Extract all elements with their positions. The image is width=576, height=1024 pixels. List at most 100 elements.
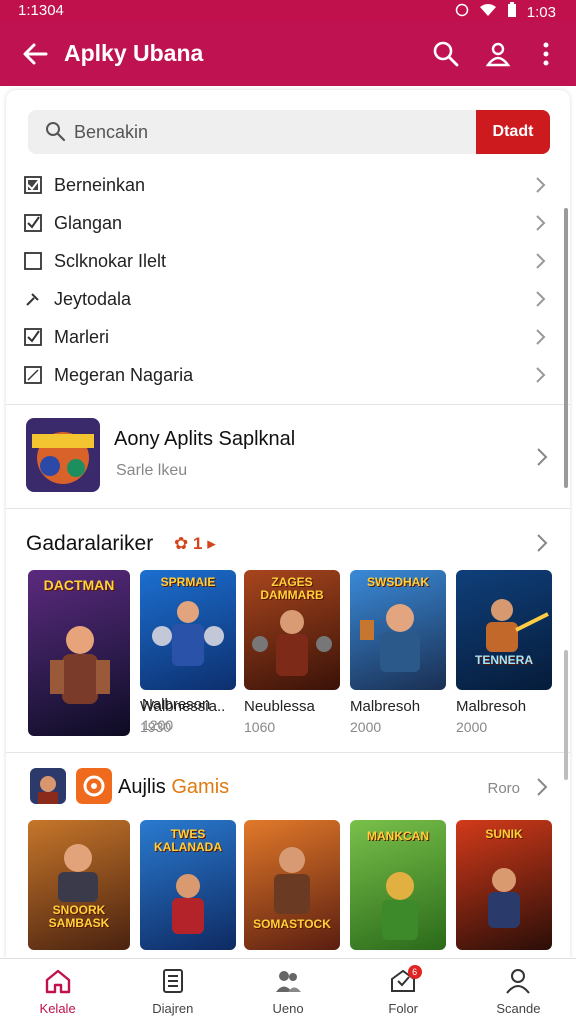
nav-item-document[interactable]: Diajren — [115, 959, 230, 1024]
section-app-icon — [30, 768, 66, 804]
nav-label: Folor — [388, 1001, 419, 1016]
more-link[interactable]: Roro — [487, 780, 520, 797]
filter-item[interactable]: Marleri — [6, 318, 570, 356]
game-tile[interactable]: TENNERA Malbresoh 2000 — [456, 570, 552, 735]
filter-label: Jeytodala — [54, 288, 132, 309]
nav-label: Scande — [496, 1001, 541, 1016]
checkbox-checked-icon[interactable] — [24, 328, 42, 346]
game-subtitle: 2000 — [350, 719, 382, 735]
filter-item[interactable]: Sclknokar Ilelt — [6, 242, 570, 280]
group-icon — [276, 971, 301, 992]
wifi-icon — [479, 3, 497, 21]
play-icon: ▸ — [207, 534, 216, 553]
section-app-icon — [76, 768, 112, 804]
section-title-part1: Aujlis — [118, 776, 166, 798]
game-tile[interactable]: SWSDHAK Malbresoh 2000 — [350, 570, 446, 735]
app-bar: Aplky Ubana — [0, 22, 576, 86]
chevron-right-icon — [536, 329, 546, 345]
profile-icon — [506, 969, 531, 994]
divider — [6, 508, 570, 509]
back-arrow-icon[interactable] — [20, 38, 52, 70]
more-vert-icon[interactable] — [530, 38, 562, 70]
nav-item-group[interactable]: Ueno — [230, 959, 345, 1024]
section-badge: ✿ 1 ▸ — [174, 534, 216, 554]
game-subtitle: 1060 — [244, 719, 276, 735]
bottom-nav: Kelale Diajren Ueno 6 Folor Scande — [0, 958, 576, 1024]
nav-item-home[interactable]: Kelale — [0, 959, 115, 1024]
game-name: Malbresoh — [456, 698, 527, 715]
filter-label: Megeran Nagaria — [54, 364, 194, 385]
section-badge-count: 1 — [192, 534, 203, 553]
game-cover: SUNIK — [456, 820, 552, 950]
checkbox-unchecked-icon[interactable] — [24, 252, 42, 270]
status-right-text: 1:03 — [526, 3, 556, 21]
game-cover: DACTMAN — [28, 570, 130, 736]
pin-icon[interactable] — [24, 290, 42, 308]
game-tile[interactable]: SOMASTOCK — [244, 820, 340, 950]
checkbox-checked-icon[interactable] — [24, 214, 42, 232]
status-icons: 1:03 — [455, 2, 556, 22]
chevron-right-icon — [536, 367, 546, 383]
game-tile[interactable]: SNOORK SAMBASK — [28, 820, 130, 950]
battery-icon — [507, 2, 517, 22]
chevron-right-icon[interactable] — [530, 532, 552, 554]
search-button[interactable]: Dtadt — [476, 110, 550, 154]
game-cover: MANKCAN — [350, 820, 446, 950]
filter-item[interactable]: Jeytodala — [6, 280, 570, 318]
game-name: Neublessa — [244, 698, 315, 715]
search-icon[interactable] — [430, 38, 462, 70]
game-cover: TENNERA — [456, 570, 552, 690]
search-bar: Dtadt — [28, 110, 550, 154]
nav-label: Diajren — [152, 1001, 194, 1016]
featured-app-thumbnail — [26, 418, 100, 492]
game-tile[interactable]: SUNIK — [456, 820, 552, 950]
nav-item-inbox[interactable]: 6 Folor — [346, 959, 461, 1024]
checkbox-partial-icon[interactable] — [24, 366, 42, 384]
chevron-right-icon[interactable] — [530, 776, 552, 798]
nav-item-profile[interactable]: Scande — [461, 959, 576, 1024]
filter-item[interactable]: Megeran Nagaria — [6, 356, 570, 394]
divider — [6, 404, 570, 405]
page-title: Aplky Ubana — [64, 40, 204, 66]
game-cover: SPRMAIE — [140, 570, 236, 690]
search-input[interactable] — [74, 118, 464, 146]
games-section-1: Gadaralariker ✿ 1 ▸ DACTMAN Nalbreson SP… — [6, 510, 570, 750]
filter-item[interactable]: Berneinkan — [6, 166, 570, 204]
game-tile[interactable]: MANKCAN — [350, 820, 446, 950]
filter-label: Glangan — [54, 212, 123, 233]
chevron-right-icon — [537, 448, 548, 466]
checkbox-checked-icon[interactable] — [24, 176, 42, 194]
notification-badge: 6 — [407, 965, 422, 979]
filter-label: Marleri — [54, 326, 110, 347]
status-bar: 1:1304 1:03 — [0, 0, 576, 22]
nav-label: Kelale — [39, 1001, 76, 1016]
nav-label: Ueno — [272, 1001, 304, 1016]
game-name: Malbresoh — [350, 698, 421, 715]
section-title: Gadaralariker — [26, 532, 154, 555]
flame-icon: ✿ — [174, 534, 189, 553]
document-icon — [162, 969, 183, 993]
scrollbar-secondary[interactable] — [564, 650, 568, 780]
section-title-part2: Gamis — [171, 776, 230, 798]
divider — [6, 752, 570, 753]
game-cover: ZAGES DAMMARB — [244, 570, 340, 690]
featured-app-row[interactable]: Aony Aplits Saplknal Sarle lkeu — [6, 406, 570, 506]
main-card: Dtadt Berneinkan Glangan Sclknokar Ilelt… — [6, 90, 570, 958]
game-name: Nalbreson — [142, 696, 211, 713]
scrollbar[interactable] — [564, 208, 568, 488]
game-subtitle: 2000 — [456, 719, 488, 735]
game-tile[interactable]: ZAGES DAMMARB Neublessa 1060 — [244, 570, 340, 735]
account-icon[interactable] — [482, 38, 514, 70]
section-title: Aujlis Gamis — [118, 776, 229, 799]
filter-item[interactable]: Glangan — [6, 204, 570, 242]
game-caption: Nalbreson 1200 — [142, 696, 242, 733]
chevron-right-icon — [536, 291, 546, 307]
game-cover: SOMASTOCK — [244, 820, 340, 950]
filter-label: Sclknokar Ilelt — [54, 250, 167, 271]
filter-list: Berneinkan Glangan Sclknokar Ilelt Jeyto… — [6, 166, 570, 394]
game-tile[interactable]: TWES KALANADA — [140, 820, 236, 950]
game-cover: SNOORK SAMBASK — [28, 820, 130, 950]
chevron-right-icon — [536, 253, 546, 269]
game-cover: TWES KALANADA — [140, 820, 236, 950]
game-tile[interactable]: DACTMAN Nalbreson — [28, 570, 130, 736]
